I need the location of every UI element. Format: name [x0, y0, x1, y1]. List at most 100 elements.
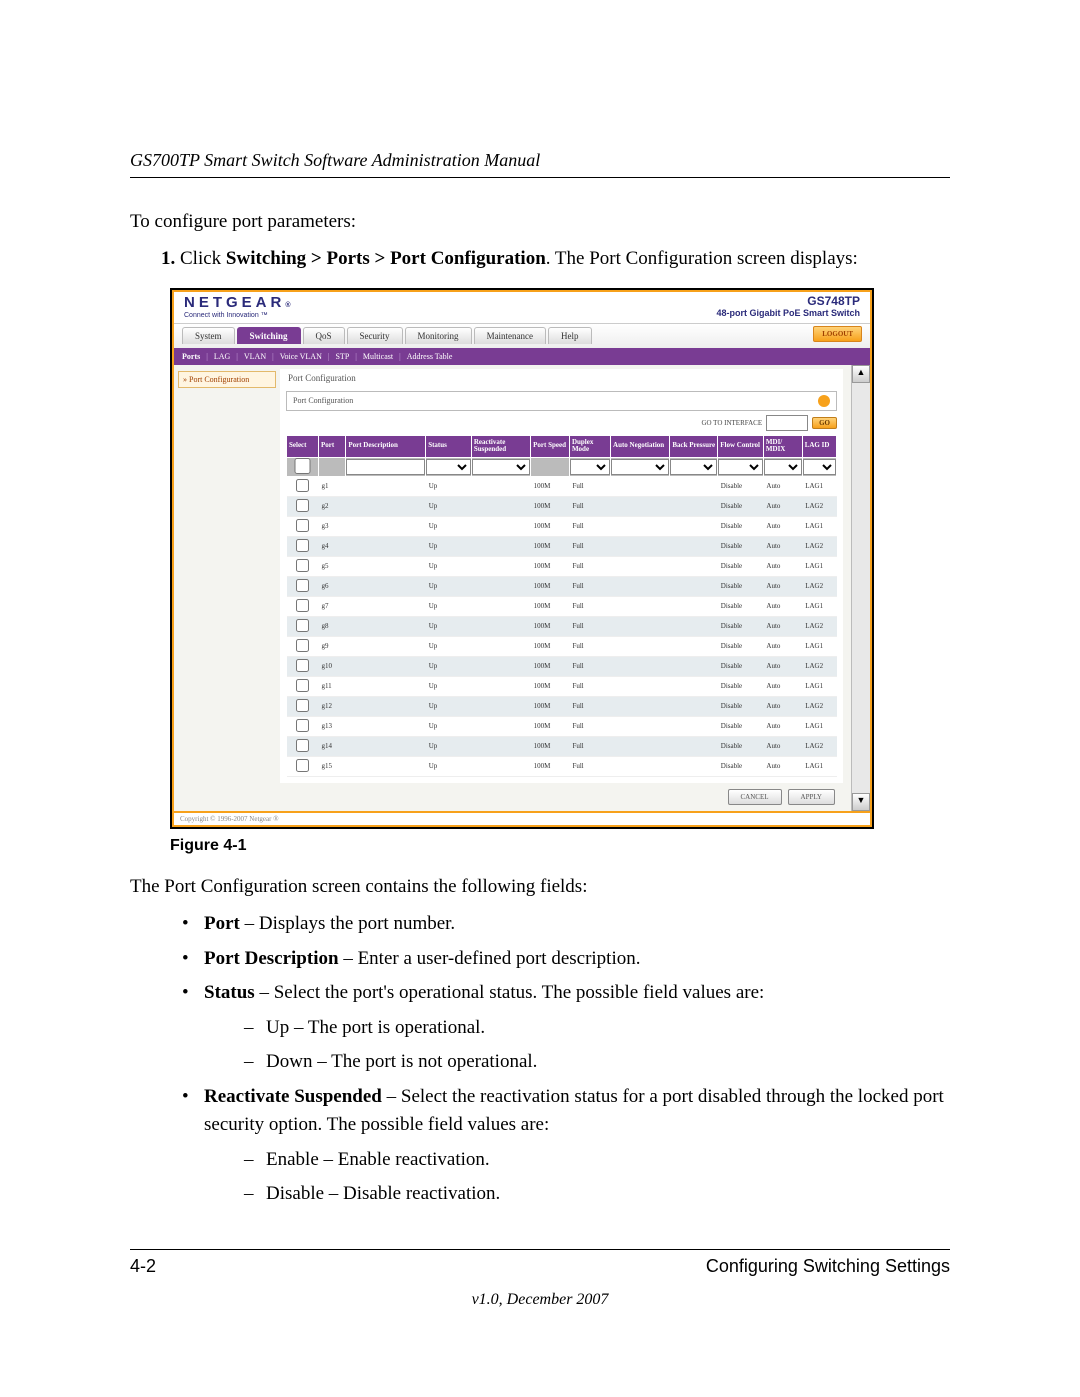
row-select-checkbox[interactable] — [296, 599, 309, 612]
header-rule — [130, 177, 950, 178]
filter-flow-control[interactable] — [718, 459, 763, 475]
row-select-checkbox[interactable] — [296, 739, 309, 752]
side-nav-port-configuration[interactable]: » Port Configuration — [178, 371, 276, 388]
row-select-checkbox[interactable] — [296, 479, 309, 492]
go-button[interactable]: GO — [812, 417, 837, 429]
sub-item: Down – The port is not operational. — [244, 1048, 950, 1077]
col-port-description: Port Description — [346, 435, 426, 457]
col-reactivate-suspended: Reactivate Suspended — [471, 435, 530, 457]
row-select-checkbox[interactable] — [296, 539, 309, 552]
netgear-logo: NETGEAR® Connect with Innovation ™ — [184, 294, 291, 319]
field-port-description: Port Description – Enter a user-defined … — [182, 945, 950, 974]
goto-label: GO TO INTERFACE — [701, 419, 762, 427]
cancel-button[interactable]: CANCEL — [728, 789, 782, 805]
table-row: g14Up100MFullDisableAutoLAG2 — [287, 736, 837, 756]
field-port: Port – Displays the port number. — [182, 910, 950, 939]
table-row: g2Up100MFullDisableAutoLAG2 — [287, 496, 837, 516]
filter-auto-negotiation[interactable] — [611, 459, 669, 475]
subnav-lag[interactable]: LAG — [214, 352, 230, 361]
select-all-checkbox[interactable] — [287, 458, 318, 474]
sub-item: Disable – Disable reactivation. — [244, 1180, 950, 1209]
intro-text: To configure port parameters: — [130, 208, 950, 236]
col-mdi-mdix: MDI/ MDIX — [763, 435, 802, 457]
table-row: g5Up100MFullDisableAutoLAG1 — [287, 556, 837, 576]
scroll-up-icon[interactable]: ▲ — [852, 365, 870, 383]
scroll-down-icon[interactable]: ▼ — [852, 793, 870, 811]
row-select-checkbox[interactable] — [296, 659, 309, 672]
table-row: g10Up100MFullDisableAutoLAG2 — [287, 656, 837, 676]
row-select-checkbox[interactable] — [296, 619, 309, 632]
table-row: g4Up100MFullDisableAutoLAG2 — [287, 536, 837, 556]
filter-mdi[interactable] — [764, 459, 802, 475]
filter-duplex[interactable] — [570, 459, 610, 475]
row-select-checkbox[interactable] — [296, 719, 309, 732]
tab-system[interactable]: System — [182, 327, 235, 344]
table-row: g3Up100MFullDisableAutoLAG1 — [287, 516, 837, 536]
figure-caption: Figure 4-1 — [170, 837, 950, 855]
filter-reactivate[interactable] — [472, 459, 530, 475]
row-select-checkbox[interactable] — [296, 559, 309, 572]
col-port: Port — [318, 435, 345, 457]
tab-monitoring[interactable]: Monitoring — [405, 327, 472, 344]
table-row: g7Up100MFullDisableAutoLAG1 — [287, 596, 837, 616]
product-model: GS748TP — [716, 294, 860, 308]
table-row: g9Up100MFullDisableAutoLAG1 — [287, 636, 837, 656]
row-select-checkbox[interactable] — [296, 679, 309, 692]
filter-status[interactable] — [426, 459, 471, 475]
logo-text: NETGEAR — [184, 294, 285, 311]
row-select-checkbox[interactable] — [296, 519, 309, 532]
subnav-multicast[interactable]: Multicast — [363, 352, 393, 361]
filter-row — [287, 457, 837, 476]
tab-maintenance[interactable]: Maintenance — [474, 327, 546, 344]
step-prefix: Click — [180, 248, 226, 269]
scrollbar[interactable]: ▲ ▼ — [851, 365, 870, 811]
col-select: Select — [287, 435, 319, 457]
row-select-checkbox[interactable] — [296, 499, 309, 512]
main-tab-bar: SystemSwitchingQoSSecurityMonitoringMain… — [174, 323, 870, 348]
col-flow-control: Flow Control — [718, 435, 764, 457]
table-row: g11Up100MFullDisableAutoLAG1 — [287, 676, 837, 696]
row-select-checkbox[interactable] — [296, 699, 309, 712]
page-number: 4-2 — [130, 1256, 156, 1277]
col-back-pressure: Back Pressure — [670, 435, 718, 457]
screenshot-figure: NETGEAR® Connect with Innovation ™ GS748… — [170, 288, 874, 829]
tab-qos[interactable]: QoS — [303, 327, 345, 344]
logout-button[interactable]: LOGOUT — [813, 326, 862, 342]
subnav-vlan[interactable]: VLAN — [244, 352, 266, 361]
col-status: Status — [426, 435, 472, 457]
panel-subtitle: Port Configuration — [293, 396, 353, 405]
table-row: g15Up100MFullDisableAutoLAG1 — [287, 756, 837, 776]
tab-help[interactable]: Help — [548, 327, 592, 344]
tab-security[interactable]: Security — [347, 327, 403, 344]
logo-tagline: Connect with Innovation ™ — [184, 312, 291, 319]
table-row: g1Up100MFullDisableAutoLAG1 — [287, 476, 837, 496]
subnav-voice-vlan[interactable]: Voice VLAN — [280, 352, 322, 361]
subnav-address-table[interactable]: Address Table — [407, 352, 453, 361]
col-auto-negotiation: Auto Negotiation — [611, 435, 670, 457]
sub-item: Enable – Enable reactivation. — [244, 1146, 950, 1175]
col-port-speed: Port Speed — [531, 435, 570, 457]
field-reactivate-suspended: Reactivate Suspended – Select the reacti… — [182, 1083, 950, 1209]
step-bold: Switching > Ports > Port Configuration — [226, 248, 546, 269]
copyright: Copyright © 1996-2007 Netgear ® — [174, 811, 870, 825]
subnav-stp[interactable]: STP — [335, 352, 349, 361]
sub-nav: Ports|LAG|VLAN|Voice VLAN|STP|Multicast|… — [174, 348, 870, 365]
apply-button[interactable]: APPLY — [788, 789, 835, 805]
filter-lag[interactable] — [803, 459, 836, 475]
row-select-checkbox[interactable] — [296, 579, 309, 592]
tab-switching[interactable]: Switching — [237, 327, 301, 344]
table-row: g12Up100MFullDisableAutoLAG2 — [287, 696, 837, 716]
row-select-checkbox[interactable] — [296, 759, 309, 772]
version-footer: v1.0, December 2007 — [130, 1291, 950, 1309]
filter-port-description[interactable] — [346, 459, 425, 475]
row-select-checkbox[interactable] — [296, 639, 309, 652]
subnav-ports[interactable]: Ports — [182, 352, 200, 361]
field-status: Status – Select the port's operational s… — [182, 979, 950, 1077]
goto-interface-input[interactable] — [766, 415, 808, 431]
col-duplex-mode: Duplex Mode — [569, 435, 610, 457]
step-1: Click Switching > Ports > Port Configura… — [180, 248, 950, 270]
section-title: Configuring Switching Settings — [706, 1256, 950, 1277]
filter-back-pressure[interactable] — [670, 459, 717, 475]
refresh-icon[interactable] — [818, 395, 830, 407]
sub-item: Up – The port is operational. — [244, 1014, 950, 1043]
